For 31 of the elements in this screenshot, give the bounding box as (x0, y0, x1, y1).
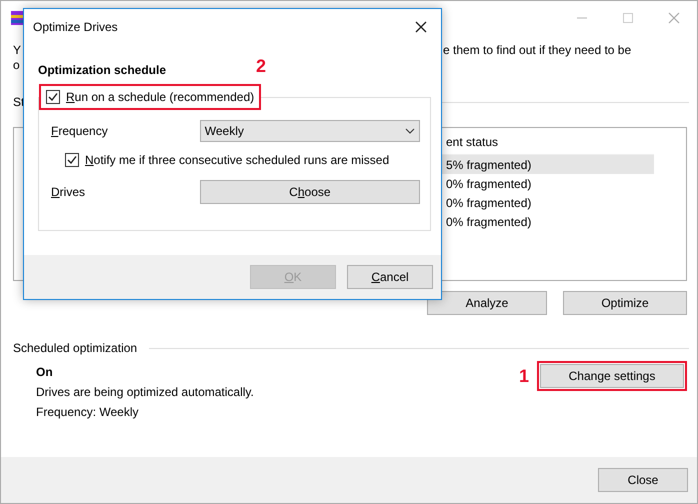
callout-number: 1 (518, 366, 529, 386)
checkbox-label[interactable]: Notify me if three consecutive scheduled runs are missed (85, 153, 390, 167)
action-button[interactable]: Analyze (427, 291, 547, 315)
field-label: Frequency (51, 124, 108, 138)
field-label: Drives (51, 185, 86, 199)
schedule-frequency: Frequency: Weekly (36, 405, 140, 419)
section-heading: Optimization schedule (38, 63, 166, 77)
checkbox[interactable] (65, 153, 79, 167)
column-header[interactable]: ent status (446, 135, 498, 149)
choose-button[interactable]: Choose (200, 180, 420, 204)
description-text: o (13, 58, 21, 73)
close-icon (415, 21, 427, 33)
chevron-icon (405, 128, 415, 134)
dialog-button[interactable]: Cancel (347, 265, 433, 289)
checkbox[interactable] (46, 90, 60, 104)
close-window-button[interactable]: Close (598, 468, 688, 492)
change-settings-button[interactable]: Change settings (540, 364, 684, 388)
schedule-description: Drives are being optimized automatically. (36, 385, 255, 399)
maximize-icon (623, 13, 633, 23)
section-heading: Scheduled optimization (13, 341, 138, 355)
description-text: Y (13, 43, 22, 58)
checkmark-icon (48, 92, 58, 102)
checkmark-icon (67, 155, 77, 165)
description-text: e them to find out if they need to be (443, 43, 632, 59)
app-icon (11, 11, 23, 25)
callout-number: 2 (256, 56, 266, 77)
schedule-state: On (36, 365, 54, 379)
dialog-title: Optimize Drives (33, 20, 118, 34)
frequency-dropdown[interactable]: Weekly (200, 120, 420, 142)
action-button[interactable]: Optimize (563, 291, 687, 315)
close-icon (668, 12, 680, 24)
